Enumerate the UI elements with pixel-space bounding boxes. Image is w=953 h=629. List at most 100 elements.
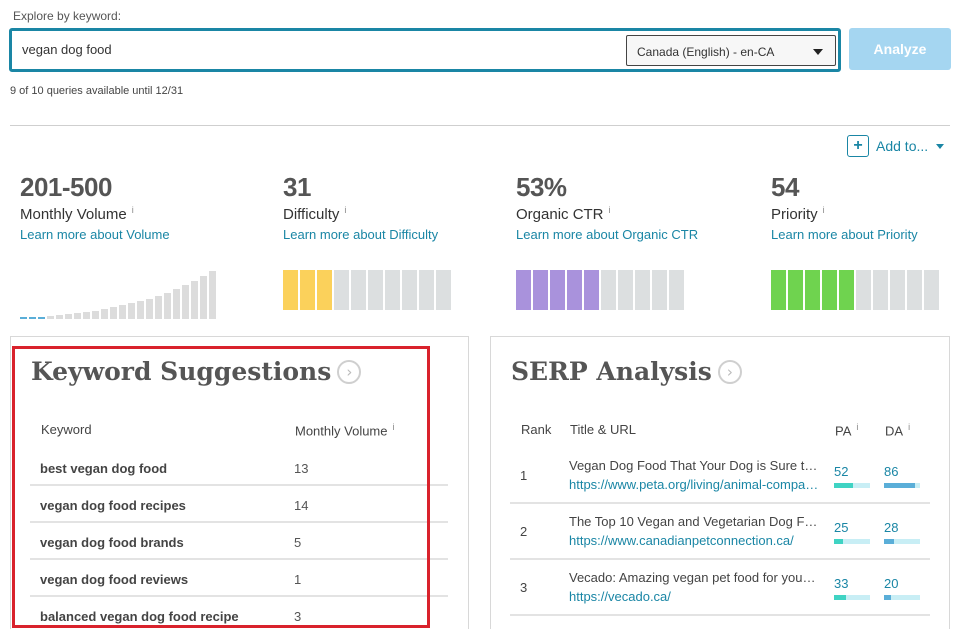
volume-bar	[200, 276, 207, 319]
info-icon[interactable]: i	[856, 422, 858, 432]
analyze-button[interactable]: Analyze	[849, 28, 951, 70]
volume-value: 201-500	[20, 172, 112, 202]
volume-bar	[65, 314, 72, 319]
meter-segment	[334, 270, 349, 310]
difficulty-learn-more-link[interactable]: Learn more about Difficulty	[283, 227, 438, 242]
table-row[interactable]: best vegan dog food 13	[30, 449, 448, 486]
ctr-name: Organic CTR i	[516, 205, 611, 223]
chevron-down-icon	[936, 143, 945, 149]
info-icon[interactable]: i	[908, 422, 910, 432]
volume-learn-more-link[interactable]: Learn more about Volume	[20, 227, 170, 242]
keyword-cell[interactable]: best vegan dog food	[40, 461, 167, 476]
meter-segment	[567, 270, 582, 310]
search-box: Canada (English) - en-CA	[9, 28, 841, 72]
meter-segment	[601, 270, 616, 310]
priority-learn-more-link[interactable]: Learn more about Priority	[771, 227, 918, 242]
serp-analysis-title[interactable]: SERP Analysis ›	[511, 357, 742, 386]
meter-segment	[924, 270, 939, 310]
meter-segment	[419, 270, 434, 310]
result-title[interactable]: The Top 10 Vegan and Vegetarian Dog Food…	[569, 514, 819, 529]
meter-segment	[856, 270, 871, 310]
table-row: 2 The Top 10 Vegan and Vegetarian Dog Foo…	[510, 505, 930, 560]
table-row: 1 Vegan Dog Food That Your Dog is Sure to…	[510, 449, 930, 504]
meter-segment	[351, 270, 366, 310]
result-url-link[interactable]: https://www.peta.org/living/animal-compa…	[569, 477, 819, 492]
volume-cell: 13	[294, 461, 309, 476]
col-title-url: Title & URL	[570, 422, 636, 437]
result-title[interactable]: Vecado: Amazing vegan pet food for your …	[569, 570, 819, 585]
volume-cell: 5	[294, 535, 302, 550]
info-icon[interactable]: i	[823, 205, 825, 215]
volume-bar	[101, 309, 108, 319]
keyword-suggestions-title[interactable]: Keyword Suggestions ›	[31, 357, 362, 386]
rank-cell: 2	[520, 524, 528, 539]
result-url-link[interactable]: https://vecado.ca/	[569, 589, 819, 604]
meter-segment	[652, 270, 667, 310]
info-icon[interactable]: i	[609, 205, 611, 215]
meter-segment	[402, 270, 417, 310]
volume-histogram	[20, 268, 220, 319]
keyword-cell[interactable]: vegan dog food reviews	[40, 572, 188, 587]
da-bar	[884, 539, 920, 544]
volume-bar	[20, 317, 27, 319]
meter-segment	[283, 270, 298, 310]
table-row[interactable]: vegan dog food recipes 14	[30, 486, 448, 523]
chevron-right-icon[interactable]: ›	[717, 359, 742, 384]
keyword-cell[interactable]: vegan dog food brands	[40, 535, 184, 550]
volume-cell: 1	[294, 572, 302, 587]
pa-bar-fill	[834, 595, 846, 600]
meter-segment	[805, 270, 820, 310]
table-row[interactable]: balanced vegan dog food recipe 3	[30, 597, 448, 629]
meter-segment	[436, 270, 451, 310]
chevron-down-icon	[813, 49, 823, 55]
metric-difficulty: 31 Difficulty i Learn more about Difficul…	[283, 172, 438, 242]
meter-segment	[300, 270, 315, 310]
meter-segment	[385, 270, 400, 310]
volume-bar	[119, 305, 126, 319]
meter-segment	[635, 270, 650, 310]
info-icon[interactable]: i	[393, 422, 395, 432]
ctr-learn-more-link[interactable]: Learn more about Organic CTR	[516, 227, 698, 242]
keyword-cell[interactable]: balanced vegan dog food recipe	[40, 609, 239, 624]
info-icon[interactable]: i	[344, 205, 346, 215]
result-url-link[interactable]: https://www.canadianpetconnection.ca/	[569, 533, 819, 548]
volume-bar	[209, 271, 216, 319]
col-rank: Rank	[521, 422, 552, 437]
info-icon[interactable]: i	[132, 205, 134, 215]
volume-bar	[83, 312, 90, 319]
volume-cell: 14	[294, 498, 309, 513]
meter-segment	[550, 270, 565, 310]
difficulty-meter	[283, 270, 453, 310]
table-row[interactable]: vegan dog food brands 5	[30, 523, 448, 560]
keyword-suggestions-panel: Keyword Suggestions › Keyword Monthly Vo…	[10, 336, 469, 629]
result-title[interactable]: Vegan Dog Food That Your Dog is Sure to …	[569, 458, 819, 473]
col-pa: PA i	[835, 422, 859, 439]
divider	[10, 125, 950, 126]
add-to-button[interactable]: + Add to...	[847, 135, 945, 157]
chevron-right-icon[interactable]: ›	[337, 359, 362, 384]
locale-select[interactable]: Canada (English) - en-CA	[626, 35, 836, 66]
col-da: DA i	[885, 422, 911, 439]
da-value: 28	[884, 520, 899, 535]
volume-bar	[56, 315, 63, 319]
keyword-cell[interactable]: vegan dog food recipes	[40, 498, 186, 513]
meter-segment	[839, 270, 854, 310]
search-input[interactable]	[22, 42, 582, 57]
volume-bar	[155, 296, 162, 319]
volume-bar	[128, 303, 135, 319]
meter-segment	[822, 270, 837, 310]
ctr-meter	[516, 270, 686, 310]
priority-meter	[771, 270, 941, 310]
meter-segment	[890, 270, 905, 310]
meter-segment	[873, 270, 888, 310]
meter-segment	[907, 270, 922, 310]
da-bar-fill	[884, 595, 891, 600]
pa-bar	[834, 595, 870, 600]
queries-note: 9 of 10 queries available until 12/31	[10, 85, 184, 97]
volume-bar	[29, 317, 36, 319]
table-row[interactable]: vegan dog food reviews 1	[30, 560, 448, 597]
plus-icon: +	[847, 135, 869, 157]
volume-bar	[74, 313, 81, 319]
meter-segment	[317, 270, 332, 310]
volume-name: Monthly Volume i	[20, 205, 134, 223]
